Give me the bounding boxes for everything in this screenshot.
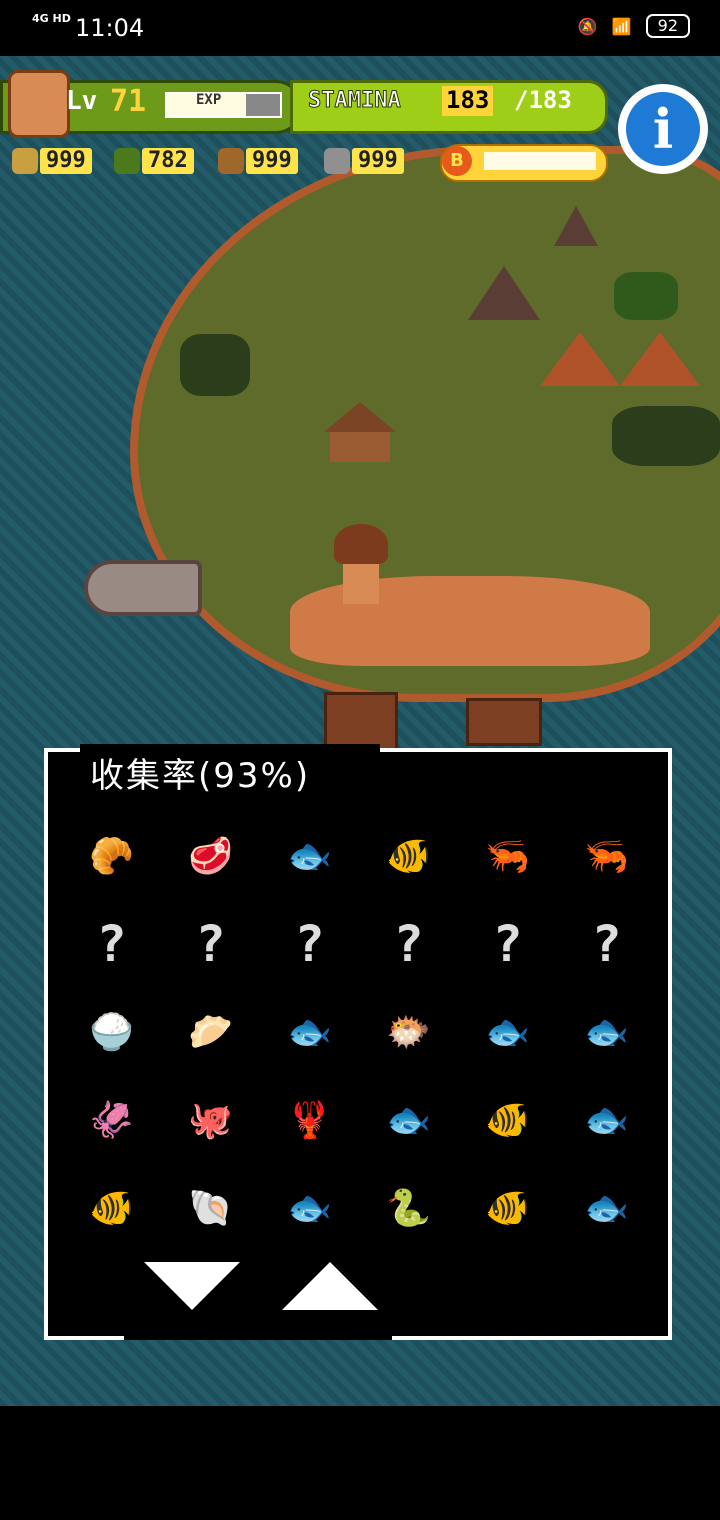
hut[interactable] [324,402,396,462]
collection-item[interactable]: 🐚 [161,1164,260,1252]
collection-item[interactable]: 🥟 [161,988,260,1076]
unknown-item[interactable]: ? [557,900,656,988]
clock: 11:04 [75,14,145,42]
bush [180,334,250,396]
collection-item[interactable]: 🐟 [458,988,557,1076]
level-value: 71 [110,84,147,119]
collection-item[interactable]: 🐡 [359,988,458,1076]
player-character [334,524,388,604]
system-navigation-bar [0,1406,720,1520]
stamina-max: /183 [514,86,572,114]
collection-item[interactable]: 🐟 [260,812,359,900]
collection-item[interactable]: 🐠 [458,1076,557,1164]
acorn-icon [218,148,244,174]
collection-item[interactable]: 🐟 [557,1164,656,1252]
collection-item[interactable]: 🐟 [557,1076,656,1164]
rock [468,266,540,320]
collection-item[interactable]: 🥐 [62,812,161,900]
collection-item[interactable]: 🐟 [260,1164,359,1252]
stone-icon [324,148,350,174]
page-down-button[interactable] [144,1262,240,1310]
boat[interactable] [84,560,202,616]
collection-item[interactable]: 🦐 [458,812,557,900]
status-bar: 4G HD 11:04 🔕 📶 92 [0,0,720,56]
collection-item[interactable]: 🥩 [161,812,260,900]
branch-icon [12,148,38,174]
network-indicator: 4G HD [32,12,71,25]
collection-item[interactable]: 🦑 [62,1076,161,1164]
resource-leaf: 782 [114,146,194,176]
info-icon: i [626,92,700,166]
hill [540,332,620,386]
dock-right [466,698,542,746]
hill [620,332,700,386]
collection-item[interactable]: 🐟 [260,988,359,1076]
rock-small [554,206,598,246]
collection-item[interactable]: 🐟 [359,1076,458,1164]
dock-left [324,692,398,752]
unknown-item[interactable]: ? [260,900,359,988]
coin-icon: B [442,146,472,176]
unknown-item[interactable]: ? [359,900,458,988]
page-up-button[interactable] [282,1262,378,1310]
collection-item[interactable]: 🦐 [557,812,656,900]
coin-fill [484,152,596,170]
notifications-off-icon: 🔕 [577,16,598,36]
resource-stone: 999 [324,146,404,176]
wifi-icon: 📶 [611,16,632,36]
collection-item[interactable]: 🐟 [557,988,656,1076]
bush [612,406,720,466]
unknown-item[interactable]: ? [458,900,557,988]
resource-acorn: 999 [218,146,298,176]
leaf-icon [114,148,140,174]
avatar[interactable] [8,70,70,138]
stamina-label: STAMINA [308,88,402,114]
stamina-current: 183 [442,86,494,116]
level-label: Lv [66,86,98,116]
collection-grid: 🥐 🥩 🐟 🐠 🦐 🦐 ? ? ? ? ? ? 🍚 🥟 🐟 🐡 🐟 🐟 🦑 🐙 … [62,812,656,1252]
plant [614,272,678,320]
collection-item[interactable]: 🐍 [359,1164,458,1252]
collection-rate-title: 收集率(93%) [90,756,311,796]
exp-bar [165,92,282,118]
collection-item[interactable]: 🦞 [260,1076,359,1164]
exp-label: EXP [196,92,222,108]
battery-icon: 92 [645,14,690,38]
collection-item[interactable]: 🐠 [359,812,458,900]
unknown-item[interactable]: ? [161,900,260,988]
info-button[interactable]: i [618,84,708,174]
collection-item[interactable]: 🐠 [62,1164,161,1252]
collection-item[interactable]: 🍚 [62,988,161,1076]
resource-branch: 999 [12,146,92,176]
collection-item[interactable]: 🐠 [458,1164,557,1252]
collection-item[interactable]: 🐙 [161,1076,260,1164]
unknown-item[interactable]: ? [62,900,161,988]
